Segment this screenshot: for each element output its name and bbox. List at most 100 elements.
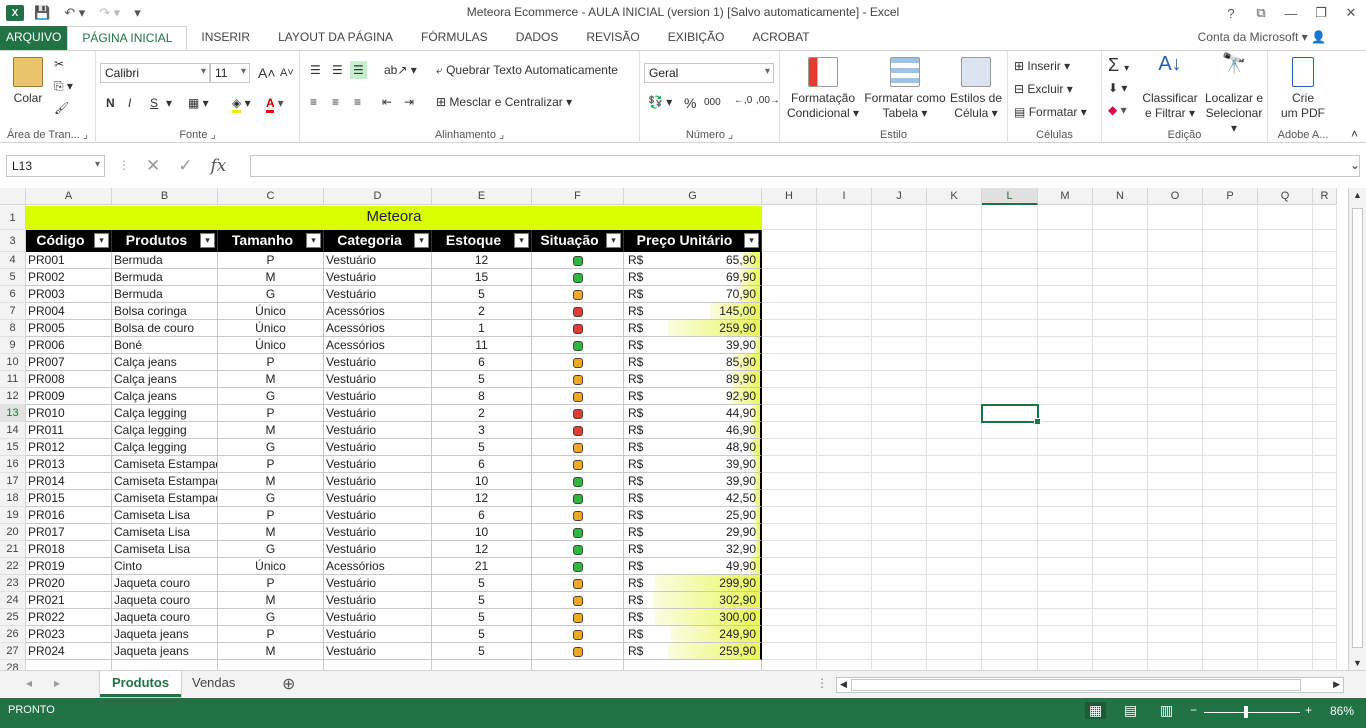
column-header-q[interactable]: Q <box>1258 188 1313 205</box>
cell[interactable] <box>1148 337 1203 354</box>
column-header-k[interactable]: K <box>927 188 982 205</box>
column-header-m[interactable]: M <box>1038 188 1093 205</box>
cell[interactable] <box>1258 541 1313 558</box>
row-header-24[interactable]: 24 <box>0 592 26 609</box>
zoom-out-icon[interactable]: − <box>1190 703 1197 717</box>
close-icon[interactable]: ✕ <box>1336 5 1366 21</box>
cell-preco[interactable]: R$ 300,00 <box>624 609 762 626</box>
cell-situacao[interactable] <box>532 575 624 592</box>
cell-categoria[interactable]: Vestuário <box>324 456 432 473</box>
cell[interactable] <box>982 320 1038 337</box>
cell[interactable] <box>982 388 1038 405</box>
cell-categoria[interactable]: Vestuário <box>324 592 432 609</box>
cell[interactable] <box>1148 303 1203 320</box>
cell-produto[interactable]: Camiseta Estampada <box>112 456 218 473</box>
restore-icon[interactable]: ❐ <box>1306 5 1336 21</box>
cell[interactable] <box>1038 269 1093 286</box>
cell[interactable] <box>1038 252 1093 269</box>
cell[interactable] <box>112 660 218 670</box>
cell-codigo[interactable]: PR003 <box>26 286 112 303</box>
cell[interactable] <box>1258 439 1313 456</box>
cell-tamanho[interactable]: P <box>218 456 324 473</box>
cell[interactable] <box>817 252 872 269</box>
grow-font-button[interactable]: A˄ <box>258 65 276 81</box>
help-icon[interactable]: ? <box>1216 6 1246 21</box>
cell[interactable] <box>1148 320 1203 337</box>
filter-dropdown-icon[interactable]: ▾ <box>306 233 321 248</box>
cell-categoria[interactable]: Vestuário <box>324 422 432 439</box>
cell-situacao[interactable] <box>532 320 624 337</box>
cell[interactable] <box>817 456 872 473</box>
cell[interactable] <box>872 609 927 626</box>
cell[interactable] <box>1203 456 1258 473</box>
cell-produto[interactable]: Jaqueta couro <box>112 609 218 626</box>
cell-categoria[interactable]: Acessórios <box>324 303 432 320</box>
increase-decimal-icon[interactable]: ←,0 <box>734 95 752 106</box>
cell[interactable] <box>817 439 872 456</box>
cell[interactable] <box>1038 286 1093 303</box>
insert-function-button[interactable]: fx <box>211 156 227 176</box>
cell[interactable] <box>1093 456 1148 473</box>
cell[interactable] <box>927 371 982 388</box>
cell[interactable] <box>872 405 927 422</box>
cell[interactable] <box>927 541 982 558</box>
cell-produto[interactable]: Calça jeans <box>112 371 218 388</box>
active-cell-cursor[interactable] <box>981 404 1041 425</box>
cell[interactable] <box>1093 422 1148 439</box>
filter-dropdown-icon[interactable]: ▾ <box>94 233 109 248</box>
cell[interactable] <box>982 473 1038 490</box>
collapse-ribbon-icon[interactable]: ˄ <box>1351 127 1358 141</box>
cell[interactable] <box>1038 388 1093 405</box>
cell[interactable] <box>1093 524 1148 541</box>
cell[interactable] <box>1093 592 1148 609</box>
column-header-j[interactable]: J <box>872 188 927 205</box>
cell-produto[interactable]: Camiseta Estampada <box>112 473 218 490</box>
cell-situacao[interactable] <box>532 405 624 422</box>
cell-tamanho[interactable]: G <box>218 490 324 507</box>
column-header-h[interactable]: H <box>762 188 817 205</box>
cell[interactable] <box>1038 422 1093 439</box>
cell[interactable] <box>872 252 927 269</box>
cell[interactable] <box>1313 456 1337 473</box>
cell[interactable] <box>762 626 817 643</box>
cell[interactable] <box>762 524 817 541</box>
cell[interactable] <box>872 626 927 643</box>
cell[interactable] <box>1313 337 1337 354</box>
cell[interactable] <box>1093 206 1148 230</box>
cell[interactable] <box>1148 405 1203 422</box>
row-header-26[interactable]: 26 <box>0 626 26 643</box>
cell[interactable] <box>1148 252 1203 269</box>
cell[interactable] <box>927 388 982 405</box>
cell[interactable] <box>1093 473 1148 490</box>
cell-situacao[interactable] <box>532 371 624 388</box>
cell[interactable] <box>762 388 817 405</box>
row-header-13[interactable]: 13 <box>0 405 26 422</box>
row-header-28[interactable]: 28 <box>0 660 26 670</box>
row-header-1[interactable]: 1 <box>0 206 26 230</box>
cell[interactable] <box>1313 303 1337 320</box>
cell-tamanho[interactable]: M <box>218 592 324 609</box>
cell[interactable] <box>1203 507 1258 524</box>
filter-dropdown-icon[interactable]: ▾ <box>744 233 759 248</box>
cell[interactable] <box>817 206 872 230</box>
cell[interactable] <box>927 643 982 660</box>
cell[interactable] <box>927 609 982 626</box>
cell[interactable] <box>1258 422 1313 439</box>
cell-preco[interactable]: R$ 65,90 <box>624 252 762 269</box>
cell[interactable] <box>872 354 927 371</box>
cell-situacao[interactable] <box>532 592 624 609</box>
cell[interactable] <box>982 252 1038 269</box>
cell[interactable] <box>1258 388 1313 405</box>
decrease-indent-icon[interactable]: ⇤ <box>382 95 392 109</box>
cell-tamanho[interactable]: P <box>218 507 324 524</box>
cell-categoria[interactable]: Vestuário <box>324 388 432 405</box>
align-right-icon[interactable]: ≡ <box>354 95 361 109</box>
conditional-format-button[interactable]: Formatação Condicional ▾ <box>786 57 860 121</box>
cell[interactable] <box>927 507 982 524</box>
cell[interactable] <box>1148 490 1203 507</box>
row-header-15[interactable]: 15 <box>0 439 26 456</box>
cell-produto[interactable]: Camiseta Estampada <box>112 490 218 507</box>
cell-tamanho[interactable]: P <box>218 405 324 422</box>
cell[interactable] <box>872 643 927 660</box>
zoom-level[interactable]: 86% <box>1330 704 1354 718</box>
